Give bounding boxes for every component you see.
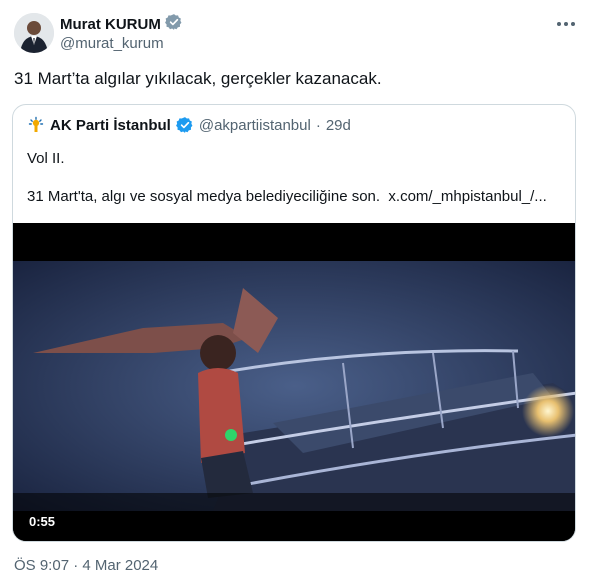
quoted-tweet-text: 31 Mart'ta, algı ve sosyal medya belediy… (27, 188, 381, 205)
verified-badge-icon (175, 116, 194, 134)
more-horizontal-icon[interactable] (556, 14, 576, 34)
quoted-author-name[interactable]: AK Parti İstanbul (50, 117, 171, 134)
separator-dot: · (315, 116, 321, 134)
ak-parti-logo-icon[interactable] (27, 116, 45, 134)
quoted-tweet-text-line2: 31 Mart'ta, algı ve sosyal medya belediy… (27, 188, 547, 205)
author-avatar[interactable] (14, 13, 54, 53)
author-handle[interactable]: @murat_kurum (60, 35, 164, 52)
quoted-tweet-link[interactable]: x.com/_mhpistanbul_/... (388, 188, 546, 205)
quoted-tweet-header: AK Parti İstanbul @akpartiistanbul · 29d (27, 116, 351, 134)
video-frame (13, 223, 575, 541)
video-player[interactable]: 0:55 (13, 223, 575, 541)
author-name[interactable]: Murat KURUM (60, 16, 161, 33)
quoted-author-handle[interactable]: @akpartiistanbul (199, 117, 311, 134)
tweet-text: 31 Mart’ta algılar yıkılacak, gerçekler … (14, 69, 382, 88)
tweet-timestamp[interactable]: ÖS 9:07 · 4 Mar 2024 (14, 557, 158, 574)
quoted-tweet-text-line1: Vol II. (27, 150, 65, 167)
quoted-tweet-age[interactable]: 29d (326, 117, 351, 134)
video-duration: 0:55 (29, 514, 56, 529)
author-name-row: Murat KURUM (60, 13, 183, 36)
verified-badge-icon (164, 13, 183, 36)
quoted-tweet-card[interactable]: AK Parti İstanbul @akpartiistanbul · 29d… (12, 104, 576, 542)
